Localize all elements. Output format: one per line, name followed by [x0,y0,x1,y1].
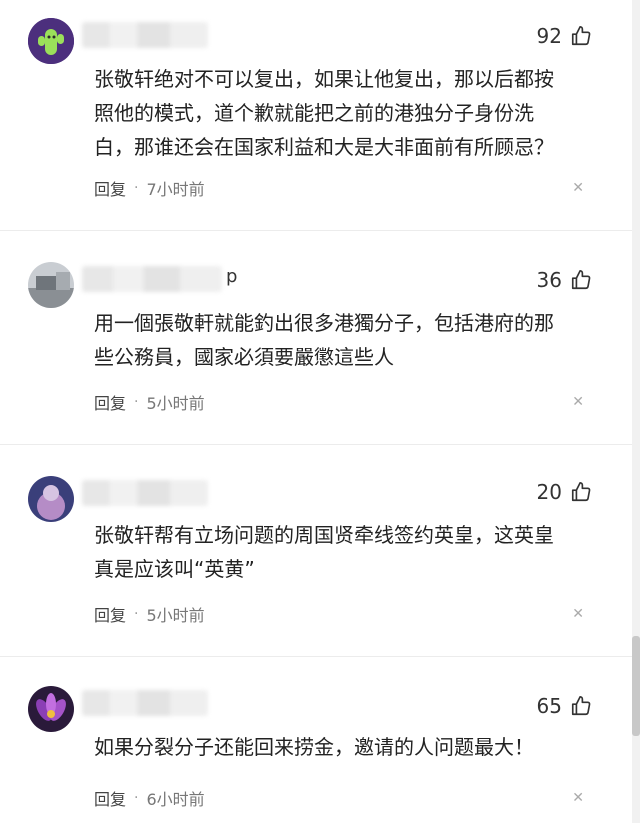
avatar[interactable] [28,262,74,308]
username-tail: p [226,266,238,287]
like-button[interactable]: 36 [537,268,592,292]
comment-meta: 回复 · 7小时前 [94,176,205,200]
timestamp: 5小时前 [146,394,205,413]
avatar[interactable] [28,686,74,732]
close-icon[interactable]: ✕ [572,180,584,196]
close-icon[interactable]: ✕ [572,394,584,410]
comment-line: 照他的模式，道个歉就能把之前的港独分子身份洗 [94,101,534,125]
comment-line: 些公務員，國家必須要嚴懲這些人 [94,345,394,369]
reply-button[interactable]: 回复 [94,786,126,810]
scrollbar-thumb[interactable] [632,636,640,736]
comment-line: 白，那谁还会在国家利益和大是大非面前有所顾忌？ [94,135,554,159]
like-count: 36 [536,268,562,292]
comment-text: 张敬轩绝对不可以复出，如果让他复出，那以后都按 照他的模式，道个歉就能把之前的港… [94,62,594,164]
thumbs-up-icon [571,482,591,502]
separator-dot: · [134,394,139,410]
username[interactable] [82,690,208,716]
reply-button[interactable]: 回复 [94,602,126,626]
username[interactable] [82,480,208,506]
close-icon[interactable]: ✕ [572,790,584,806]
like-count: 20 [536,480,562,504]
comment-text: 张敬轩帮有立场问题的周国贤牵线签约英皇，这英皇 真是应该叫“英黄” [94,518,594,586]
username[interactable] [82,266,222,292]
timestamp: 6小时前 [146,790,205,809]
comment-line: 真是应该叫“英黄” [94,557,255,581]
reply-button[interactable]: 回复 [94,390,126,414]
timestamp: 5小时前 [146,606,205,625]
comment-line: 如果分裂分子还能回来捞金，邀请的人问题最大！ [94,735,534,759]
comment-line: 张敬轩绝对不可以复出，如果让他复出，那以后都按 [94,67,554,91]
comment-meta: 回复 · 6小时前 [94,786,205,810]
like-button[interactable]: 65 [537,694,592,718]
comment-meta: 回复 · 5小时前 [94,390,205,414]
separator-dot: · [134,790,139,806]
separator-dot: · [134,606,139,622]
avatar[interactable] [28,18,74,64]
avatar[interactable] [28,476,74,522]
separator-dot: · [134,180,139,196]
comment-text: 用一個張敬軒就能釣出很多港獨分子，包括港府的那 些公務員，國家必須要嚴懲這些人 [94,306,594,374]
divider [0,656,632,657]
thumbs-up-icon [571,696,591,716]
reply-button[interactable]: 回复 [94,176,126,200]
like-button[interactable]: 20 [537,480,592,504]
divider [0,230,632,231]
comment-meta: 回复 · 5小时前 [94,602,205,626]
comment-text: 如果分裂分子还能回来捞金，邀请的人问题最大！ [94,730,594,764]
comment-line: 用一個張敬軒就能釣出很多港獨分子，包括港府的那 [94,311,554,335]
thumbs-up-icon [571,26,591,46]
divider [0,444,632,445]
close-icon[interactable]: ✕ [572,606,584,622]
username[interactable] [82,22,208,48]
like-count: 65 [536,694,562,718]
like-count: 92 [536,24,562,48]
comment-line: 张敬轩帮有立场问题的周国贤牵线签约英皇，这英皇 [94,523,554,547]
timestamp: 7小时前 [146,180,205,199]
like-button[interactable]: 92 [537,24,592,48]
thumbs-up-icon [571,270,591,290]
